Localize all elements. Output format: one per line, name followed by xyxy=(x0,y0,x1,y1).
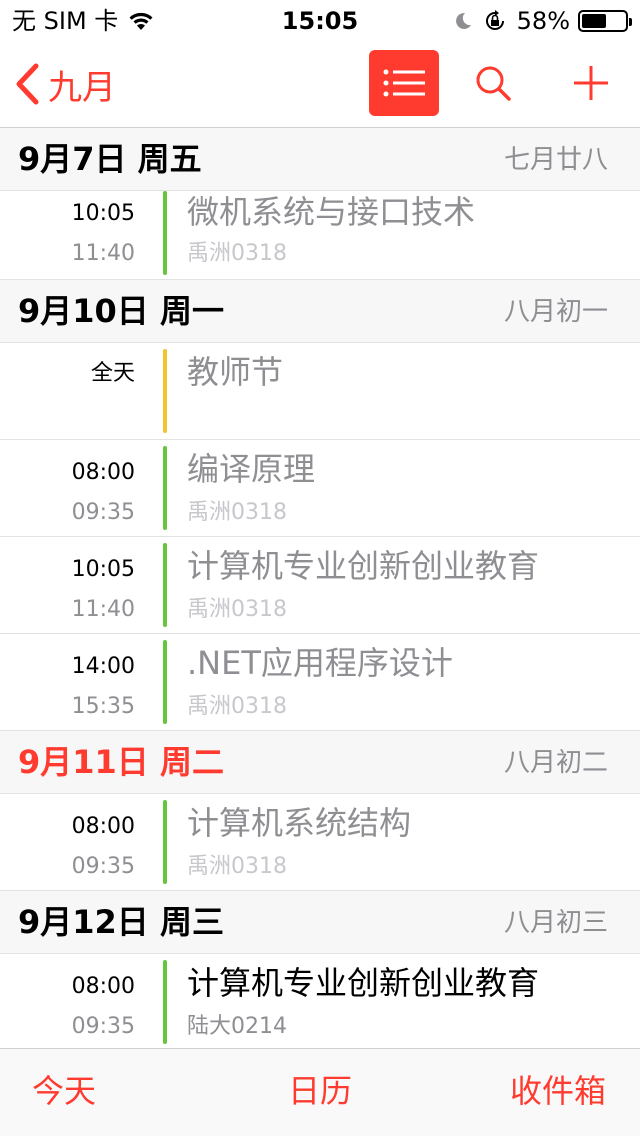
lunar-date: 八月初二 xyxy=(503,748,608,778)
lunar-date: 七月廿八 xyxy=(503,145,608,175)
calendar-color-bar xyxy=(163,960,167,1044)
event-row[interactable]: 全天 教师节 xyxy=(0,343,640,440)
event-start-time: 10:05 xyxy=(71,201,135,226)
event-title: 计算机系统结构 xyxy=(187,804,412,842)
event-title: 教师节 xyxy=(187,353,284,391)
event-list[interactable]: 9月7日 周五 七月廿八 10:05 11:40 微机系统与接口技术 禹洲031… xyxy=(0,128,640,1048)
calendar-color-bar xyxy=(163,446,167,530)
event-start-time: 08:00 xyxy=(71,974,135,999)
lunar-date: 八月初一 xyxy=(503,297,608,327)
day-date: 9月7日 周五 xyxy=(18,140,202,178)
lunar-date: 八月初三 xyxy=(503,908,608,938)
event-row[interactable]: 08:00 09:35 编译原理 禹洲0318 xyxy=(0,440,640,537)
event-title: .NET应用程序设计 xyxy=(187,644,453,682)
day-date: 9月10日 周一 xyxy=(18,292,224,330)
back-label: 九月 xyxy=(48,67,116,108)
event-title: 编译原理 xyxy=(187,450,316,488)
day-date: 9月11日 周二 xyxy=(18,743,224,781)
add-event-button[interactable] xyxy=(566,58,616,108)
orientation-lock-icon xyxy=(485,10,504,30)
back-button[interactable]: 九月 xyxy=(14,56,116,112)
event-row[interactable]: 08:00 09:35 计算机专业创新创业教育 陆大0214 xyxy=(0,954,640,1048)
battery-percent: 58% xyxy=(516,7,570,35)
event-location: 禹洲0318 xyxy=(187,500,287,525)
moon-icon xyxy=(455,12,471,29)
list-view-button[interactable] xyxy=(369,50,439,116)
event-start-time: 10:05 xyxy=(71,557,135,582)
day-header: 9月7日 周五 七月廿八 xyxy=(0,128,640,191)
event-title: 微机系统与接口技术 xyxy=(187,193,476,231)
day-date: 9月12日 周三 xyxy=(18,903,224,941)
list-icon xyxy=(383,69,425,97)
day-header: 9月12日 周三 八月初三 xyxy=(0,891,640,954)
navigation-bar: 九月 xyxy=(0,40,640,128)
calendar-color-bar xyxy=(163,543,167,627)
event-end-time: 09:35 xyxy=(71,500,135,525)
battery-icon xyxy=(578,10,632,32)
status-bar: 无 SIM 卡 15:05 58% xyxy=(0,0,640,40)
event-end-time: 11:40 xyxy=(71,241,135,266)
event-location: 禹洲0318 xyxy=(187,694,287,719)
event-row[interactable]: 08:00 09:35 计算机系统结构 禹洲0318 xyxy=(0,794,640,891)
event-end-time: 09:35 xyxy=(71,1014,135,1039)
event-location: 禹洲0318 xyxy=(187,241,287,266)
day-header: 9月10日 周一 八月初一 xyxy=(0,280,640,343)
tab-calendars[interactable]: 日历 xyxy=(288,1071,352,1111)
calendar-color-bar xyxy=(163,191,167,275)
event-end-time: 15:35 xyxy=(71,694,135,719)
event-end-time: 09:35 xyxy=(71,854,135,879)
event-start-time: 全天 xyxy=(90,361,135,386)
event-end-time: 11:40 xyxy=(71,597,135,622)
plus-icon xyxy=(574,66,608,100)
tab-today[interactable]: 今天 xyxy=(32,1071,96,1111)
tab-bar: 今天 日历 收件箱 xyxy=(0,1048,640,1136)
tab-inbox[interactable]: 收件箱 xyxy=(510,1071,606,1111)
event-title: 计算机专业创新创业教育 xyxy=(187,547,540,585)
search-button[interactable] xyxy=(468,58,518,108)
calendar-color-bar xyxy=(163,640,167,724)
event-location: 禹洲0318 xyxy=(187,854,287,879)
day-header: 9月11日 周二 八月初二 xyxy=(0,731,640,794)
battery-level xyxy=(582,14,606,28)
calendar-color-bar xyxy=(163,349,167,433)
calendar-color-bar xyxy=(163,800,167,884)
event-start-time: 08:00 xyxy=(71,814,135,839)
event-row[interactable]: 10:05 11:40 微机系统与接口技术 禹洲0318 xyxy=(0,191,640,280)
search-icon xyxy=(476,66,511,101)
event-location: 陆大0214 xyxy=(187,1014,287,1039)
event-row[interactable]: 10:05 11:40 计算机专业创新创业教育 禹洲0318 xyxy=(0,537,640,634)
event-title: 计算机专业创新创业教育 xyxy=(187,964,540,1002)
chevron-left-icon xyxy=(16,63,39,105)
event-row[interactable]: 14:00 15:35 .NET应用程序设计 禹洲0318 xyxy=(0,634,640,731)
event-start-time: 08:00 xyxy=(71,460,135,485)
event-location: 禹洲0318 xyxy=(187,597,287,622)
event-start-time: 14:00 xyxy=(71,654,135,679)
